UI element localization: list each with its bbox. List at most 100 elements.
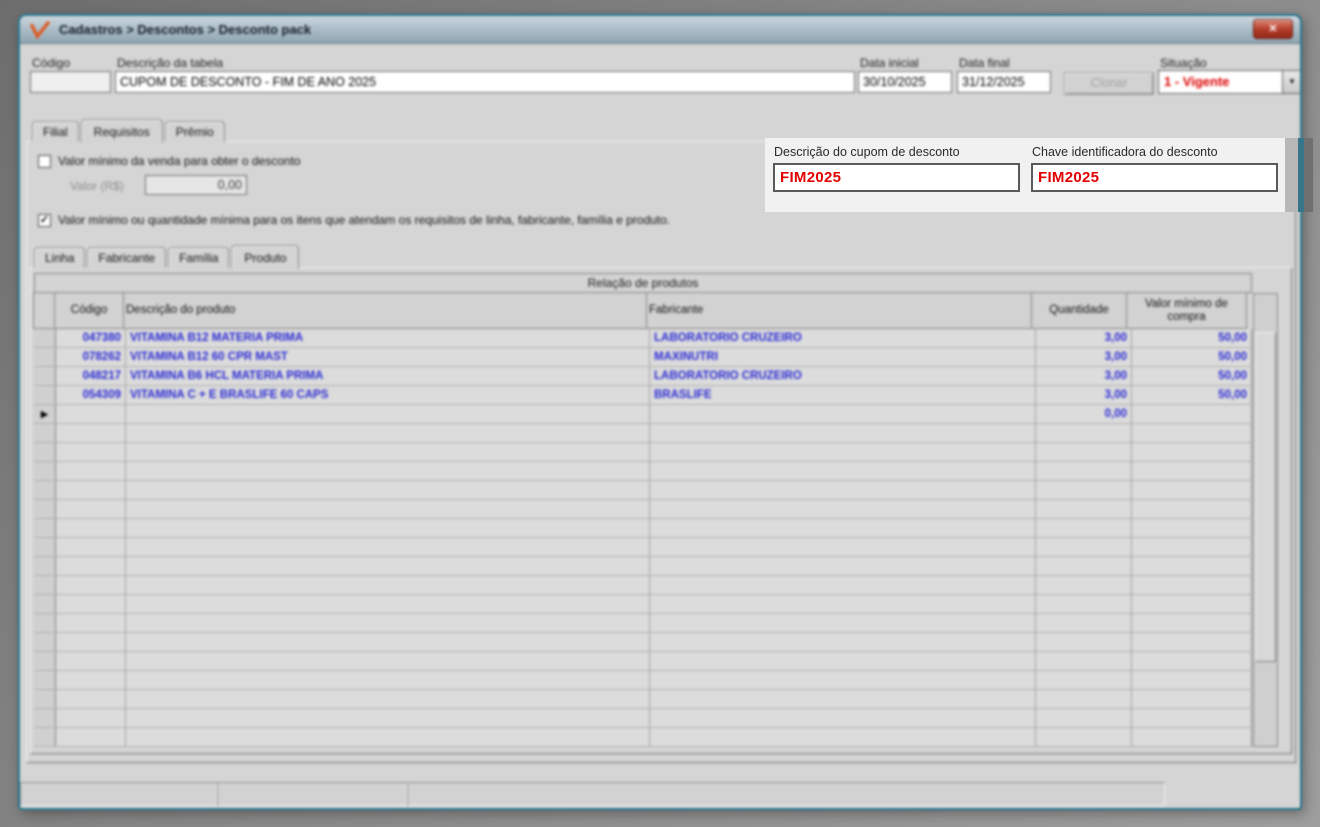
cell-fabricante[interactable] xyxy=(650,614,1036,632)
cell-valor-minimo[interactable] xyxy=(1132,538,1252,556)
cell-quantidade[interactable] xyxy=(1036,595,1132,613)
header-valor-minimo[interactable]: Valor mínimo de compra xyxy=(1126,292,1247,329)
cell-valor-minimo[interactable] xyxy=(1132,405,1252,423)
table-row[interactable] xyxy=(34,557,1252,576)
row-selector[interactable] xyxy=(34,709,56,727)
cell-descricao[interactable] xyxy=(126,405,650,423)
cell-fabricante[interactable] xyxy=(650,728,1036,746)
cell-codigo[interactable]: 054309 xyxy=(56,386,126,404)
row-selector[interactable] xyxy=(34,652,56,670)
cell-valor-minimo[interactable] xyxy=(1132,576,1252,594)
table-row[interactable]: 047380 VITAMINA B12 MATERIA PRIMA LABORA… xyxy=(34,329,1252,348)
subtab-produto[interactable]: Produto xyxy=(231,245,300,269)
cell-descricao[interactable]: VITAMINA C + E BRASLIFE 60 CAPS xyxy=(126,386,650,404)
cell-fabricante[interactable] xyxy=(650,595,1036,613)
row-selector[interactable] xyxy=(34,519,56,537)
cell-codigo[interactable] xyxy=(56,424,126,442)
cell-quantidade[interactable] xyxy=(1036,633,1132,651)
row-selector[interactable] xyxy=(34,424,56,442)
window-titlebar[interactable]: Cadastros > Descontos > Desconto pack ✕ xyxy=(20,16,1300,44)
cell-fabricante[interactable] xyxy=(650,633,1036,651)
cell-quantidade[interactable] xyxy=(1036,690,1132,708)
cell-valor-minimo[interactable] xyxy=(1132,443,1252,461)
chevron-down-icon[interactable]: ▼ xyxy=(1282,71,1300,93)
cell-quantidade[interactable] xyxy=(1036,652,1132,670)
cell-codigo[interactable]: 047380 xyxy=(56,329,126,347)
cell-quantidade[interactable] xyxy=(1036,671,1132,689)
subtab-fabricante[interactable]: Fabricante xyxy=(87,247,167,268)
tab-requisitos[interactable]: Requisitos xyxy=(80,119,163,143)
row-selector[interactable] xyxy=(34,728,56,746)
cell-fabricante[interactable] xyxy=(650,424,1036,442)
cell-valor-minimo[interactable] xyxy=(1132,595,1252,613)
cell-codigo[interactable] xyxy=(56,690,126,708)
cell-codigo[interactable]: 048217 xyxy=(56,367,126,385)
cupom-chave-input[interactable]: FIM2025 xyxy=(1031,163,1278,192)
cell-codigo[interactable]: 078262 xyxy=(56,348,126,366)
descricao-tabela-input[interactable]: CUPOM DE DESCONTO - FIM DE ANO 2025 xyxy=(115,71,855,93)
table-row[interactable]: 078262 VITAMINA B12 60 CPR MAST MAXINUTR… xyxy=(34,348,1252,367)
cell-descricao[interactable] xyxy=(126,557,650,575)
table-row[interactable] xyxy=(34,633,1252,652)
cell-valor-minimo[interactable] xyxy=(1132,728,1252,746)
table-row[interactable] xyxy=(34,424,1252,443)
cell-codigo[interactable] xyxy=(56,671,126,689)
cell-fabricante[interactable] xyxy=(650,709,1036,727)
cell-codigo[interactable] xyxy=(56,462,126,480)
cell-descricao[interactable] xyxy=(126,709,650,727)
cell-quantidade[interactable] xyxy=(1036,538,1132,556)
header-codigo[interactable]: Código xyxy=(54,292,124,329)
cell-fabricante[interactable] xyxy=(650,538,1036,556)
close-button[interactable]: ✕ xyxy=(1253,19,1293,39)
cell-descricao[interactable] xyxy=(126,728,650,746)
cell-quantidade[interactable] xyxy=(1036,481,1132,499)
cell-quantidade[interactable] xyxy=(1036,462,1132,480)
table-row[interactable]: ▶ 0,00 xyxy=(34,405,1252,424)
cell-codigo[interactable] xyxy=(56,481,126,499)
cell-descricao[interactable] xyxy=(126,538,650,556)
cell-descricao[interactable] xyxy=(126,481,650,499)
cell-valor-minimo[interactable]: 50,00 xyxy=(1132,329,1252,347)
situacao-select[interactable]: 1 - Vigente ▼ xyxy=(1158,70,1300,94)
row-selector[interactable] xyxy=(34,329,56,347)
cell-codigo[interactable] xyxy=(56,443,126,461)
cell-valor-minimo[interactable] xyxy=(1132,424,1252,442)
table-row[interactable] xyxy=(34,576,1252,595)
cell-valor-minimo[interactable] xyxy=(1132,614,1252,632)
cell-codigo[interactable] xyxy=(56,500,126,518)
table-row[interactable] xyxy=(34,614,1252,633)
table-row[interactable] xyxy=(34,709,1252,728)
cell-descricao[interactable] xyxy=(126,519,650,537)
scrollbar-thumb[interactable] xyxy=(1255,332,1276,662)
cell-quantidade[interactable] xyxy=(1036,576,1132,594)
table-row[interactable] xyxy=(34,500,1252,519)
subtab-linha[interactable]: Linha xyxy=(34,247,86,268)
cell-fabricante[interactable] xyxy=(650,690,1036,708)
cell-descricao[interactable]: VITAMINA B12 60 CPR MAST xyxy=(126,348,650,366)
header-descricao[interactable]: Descrição do produto xyxy=(123,292,647,329)
cell-fabricante[interactable] xyxy=(650,576,1036,594)
cell-valor-minimo[interactable] xyxy=(1132,671,1252,689)
cell-quantidade[interactable] xyxy=(1036,424,1132,442)
cell-fabricante[interactable] xyxy=(650,671,1036,689)
cell-fabricante[interactable] xyxy=(650,557,1036,575)
cell-valor-minimo[interactable]: 50,00 xyxy=(1132,348,1252,366)
subtab-familia[interactable]: Família xyxy=(168,247,230,268)
cell-fabricante[interactable]: LABORATORIO CRUZEIRO xyxy=(650,329,1036,347)
table-row[interactable]: 048217 VITAMINA B6 HCL MATERIA PRIMA LAB… xyxy=(34,367,1252,386)
cell-quantidade[interactable] xyxy=(1036,557,1132,575)
cell-descricao[interactable] xyxy=(126,652,650,670)
cell-codigo[interactable] xyxy=(56,519,126,537)
cell-descricao[interactable] xyxy=(126,576,650,594)
cell-quantidade[interactable] xyxy=(1036,728,1132,746)
cell-valor-minimo[interactable] xyxy=(1132,709,1252,727)
cell-codigo[interactable] xyxy=(56,652,126,670)
cell-descricao[interactable] xyxy=(126,671,650,689)
cell-fabricante[interactable] xyxy=(650,519,1036,537)
cell-fabricante[interactable]: BRASLIFE xyxy=(650,386,1036,404)
cell-codigo[interactable] xyxy=(56,405,126,423)
cell-codigo[interactable] xyxy=(56,633,126,651)
cell-codigo[interactable] xyxy=(56,538,126,556)
cell-quantidade[interactable]: 3,00 xyxy=(1036,329,1132,347)
cell-descricao[interactable] xyxy=(126,462,650,480)
